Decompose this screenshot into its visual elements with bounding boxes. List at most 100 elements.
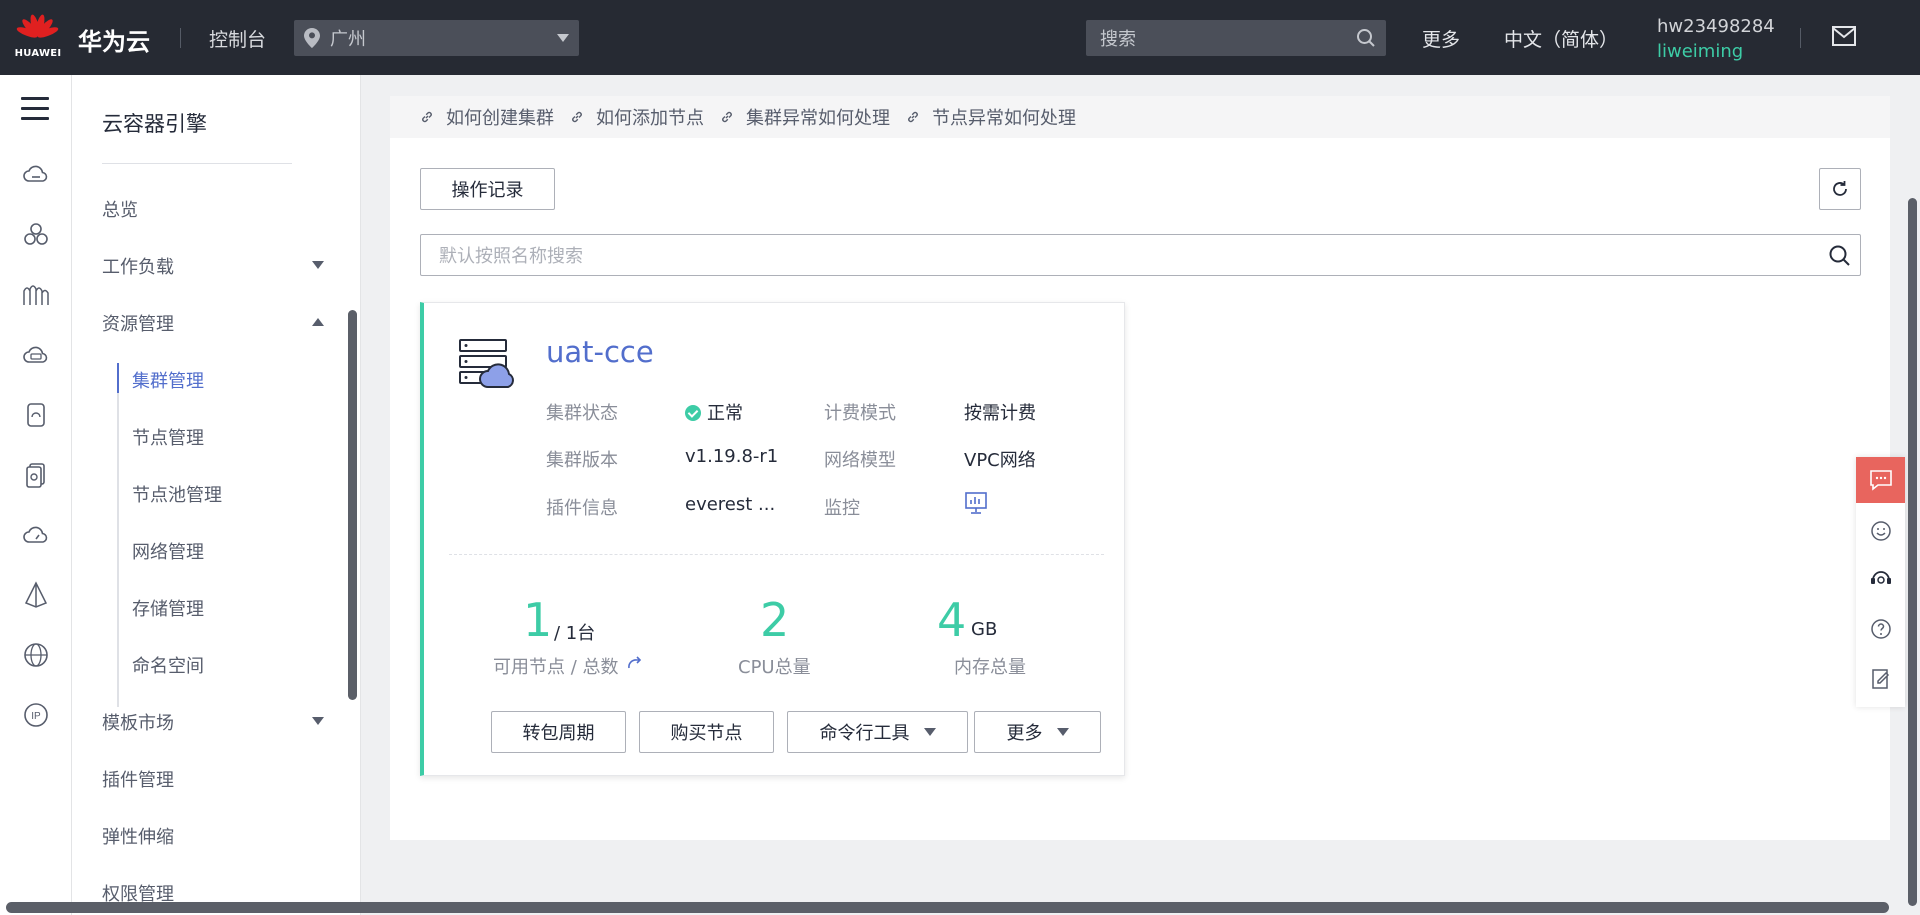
help-link-label: 如何创建集群 xyxy=(446,108,554,129)
cluster-nodes-icon[interactable] xyxy=(22,221,50,249)
svg-text:IP: IP xyxy=(31,711,41,722)
cluster-card: uat-cce 集群状态 正常 计费模式 按需计费 集群版本 v1.19.8-r… xyxy=(420,302,1125,776)
search-icon[interactable] xyxy=(1828,244,1852,268)
huawei-logo-icon xyxy=(15,13,60,46)
active-indicator xyxy=(117,363,119,393)
menu-item-overview[interactable]: 总览 xyxy=(102,196,138,222)
user-account-menu[interactable]: hw23498284 liweiming xyxy=(1657,14,1775,64)
chevron-down-icon[interactable] xyxy=(312,261,324,269)
version-value: v1.19.8-r1 xyxy=(685,446,779,467)
redirect-arrow-icon[interactable] xyxy=(626,655,642,671)
menu-item-storage[interactable]: 存储管理 xyxy=(132,595,204,621)
status-badge: 正常 xyxy=(685,399,743,425)
renew-period-button[interactable]: 转包周期 xyxy=(491,711,626,753)
refresh-button[interactable] xyxy=(1819,168,1861,210)
monitor-chart-icon[interactable] xyxy=(964,491,988,515)
global-search-input[interactable]: 搜索 xyxy=(1086,20,1386,56)
menu-item-workload[interactable]: 工作负载 xyxy=(102,253,174,279)
search-placeholder: 默认按照名称搜索 xyxy=(439,246,583,267)
chevron-down-icon xyxy=(557,34,569,42)
help-link-label: 如何添加节点 xyxy=(596,108,704,129)
buy-node-button[interactable]: 购买节点 xyxy=(639,711,774,753)
cpu-caption: CPU总量 xyxy=(738,657,811,678)
help-link[interactable]: 节点异常如何处理 xyxy=(906,104,1076,130)
more-actions-dropdown[interactable]: 更多 xyxy=(974,711,1101,753)
refresh-icon xyxy=(1833,181,1847,196)
link-icon xyxy=(422,111,432,123)
feedback-smile-icon[interactable] xyxy=(1869,519,1893,543)
edit-note-icon[interactable] xyxy=(1869,667,1893,691)
help-link[interactable]: 如何添加节点 xyxy=(570,104,704,130)
main-content: 如何创建集群 如何添加节点 集群异常如何处理 节点异常如何处理 操作记录 默认按… xyxy=(390,96,1890,840)
brand-name[interactable]: 华为云 xyxy=(78,22,150,57)
menu-item-autoscaling[interactable]: 弹性伸缩 xyxy=(102,823,174,849)
chevron-down-icon[interactable] xyxy=(312,717,324,725)
help-question-icon[interactable] xyxy=(1869,617,1893,641)
ip-icon[interactable]: IP xyxy=(22,701,50,729)
cpu-total-value: 2 xyxy=(760,593,790,647)
console-link[interactable]: 控制台 xyxy=(209,25,266,52)
check-circle-icon xyxy=(685,405,701,421)
divider xyxy=(180,28,181,48)
kubectl-tool-dropdown[interactable]: 命令行工具 xyxy=(787,711,968,753)
region-label: 广州 xyxy=(330,29,366,50)
chat-button[interactable] xyxy=(1856,457,1905,503)
region-selector[interactable]: 广州 xyxy=(294,20,579,56)
status-label: 集群状态 xyxy=(546,403,618,424)
cloud-monitor-icon[interactable] xyxy=(22,521,50,549)
search-placeholder: 搜索 xyxy=(1100,29,1136,50)
menu-scrollbar[interactable] xyxy=(348,310,357,700)
device-icon[interactable] xyxy=(22,401,50,429)
more-label: 更多 xyxy=(1006,723,1043,744)
wave-service-icon[interactable] xyxy=(22,281,50,309)
help-link[interactable]: 集群异常如何处理 xyxy=(720,104,890,130)
page-horizontal-scrollbar[interactable] xyxy=(6,902,1889,913)
cluster-name-link[interactable]: uat-cce xyxy=(546,335,654,369)
chevron-down-icon xyxy=(1056,728,1069,736)
menu-item-nodepool[interactable]: 节点池管理 xyxy=(132,481,222,507)
cloud-server-icon[interactable] xyxy=(22,161,50,189)
cluster-search-input[interactable]: 默认按照名称搜索 xyxy=(420,234,1861,276)
operation-record-button[interactable]: 操作记录 xyxy=(420,168,555,210)
billing-label: 计费模式 xyxy=(824,403,896,424)
menu-item-cluster[interactable]: 集群管理 xyxy=(132,367,204,393)
help-links-bar: 如何创建集群 如何添加节点 集群异常如何处理 节点异常如何处理 xyxy=(390,96,1890,138)
more-menu[interactable]: 更多 xyxy=(1422,25,1460,52)
page-vertical-scrollbar[interactable] xyxy=(1908,198,1917,906)
menu-item-network[interactable]: 网络管理 xyxy=(132,538,204,564)
version-label: 集群版本 xyxy=(546,450,618,471)
memory-unit: GB xyxy=(971,619,998,640)
link-icon xyxy=(572,111,582,123)
backup-icon[interactable] xyxy=(22,461,50,489)
addon-value[interactable]: everest ... xyxy=(685,494,775,515)
hamburger-menu-icon[interactable] xyxy=(21,97,49,127)
divider xyxy=(1800,28,1801,48)
customer-service-icon[interactable] xyxy=(1869,567,1893,591)
cluster-server-icon xyxy=(459,339,514,388)
available-nodes-count: 1 xyxy=(523,593,553,647)
menu-item-resource[interactable]: 资源管理 xyxy=(102,310,174,336)
help-link-label: 节点异常如何处理 xyxy=(932,108,1076,129)
dashed-divider xyxy=(449,554,1104,555)
chevron-up-icon[interactable] xyxy=(312,318,324,326)
globe-icon[interactable] xyxy=(22,641,50,669)
mail-icon[interactable] xyxy=(1832,26,1856,46)
link-icon xyxy=(722,111,732,123)
search-icon[interactable] xyxy=(1356,28,1376,48)
help-link-label: 集群异常如何处理 xyxy=(746,108,890,129)
memory-total-value: 4 xyxy=(937,593,967,647)
left-navigation-menu: 云容器引擎 总览 工作负载 资源管理 集群管理 节点管理 节点池管理 网络管理 … xyxy=(72,75,361,915)
monitor-label: 监控 xyxy=(824,498,860,519)
cloud-storage-icon[interactable] xyxy=(22,341,50,369)
language-selector[interactable]: 中文（简体） xyxy=(1504,25,1618,52)
menu-item-template[interactable]: 模板市场 xyxy=(102,709,174,735)
prism-icon[interactable] xyxy=(22,581,50,609)
service-icon-rail: IP xyxy=(0,75,72,915)
menu-item-node[interactable]: 节点管理 xyxy=(132,424,204,450)
menu-item-namespace[interactable]: 命名空间 xyxy=(132,652,204,678)
chat-icon xyxy=(1870,470,1892,491)
menu-item-addon[interactable]: 插件管理 xyxy=(102,766,174,792)
service-title: 云容器引擎 xyxy=(102,112,207,136)
huawei-logo[interactable]: HUAWEI xyxy=(15,13,61,64)
help-link[interactable]: 如何创建集群 xyxy=(420,104,554,130)
